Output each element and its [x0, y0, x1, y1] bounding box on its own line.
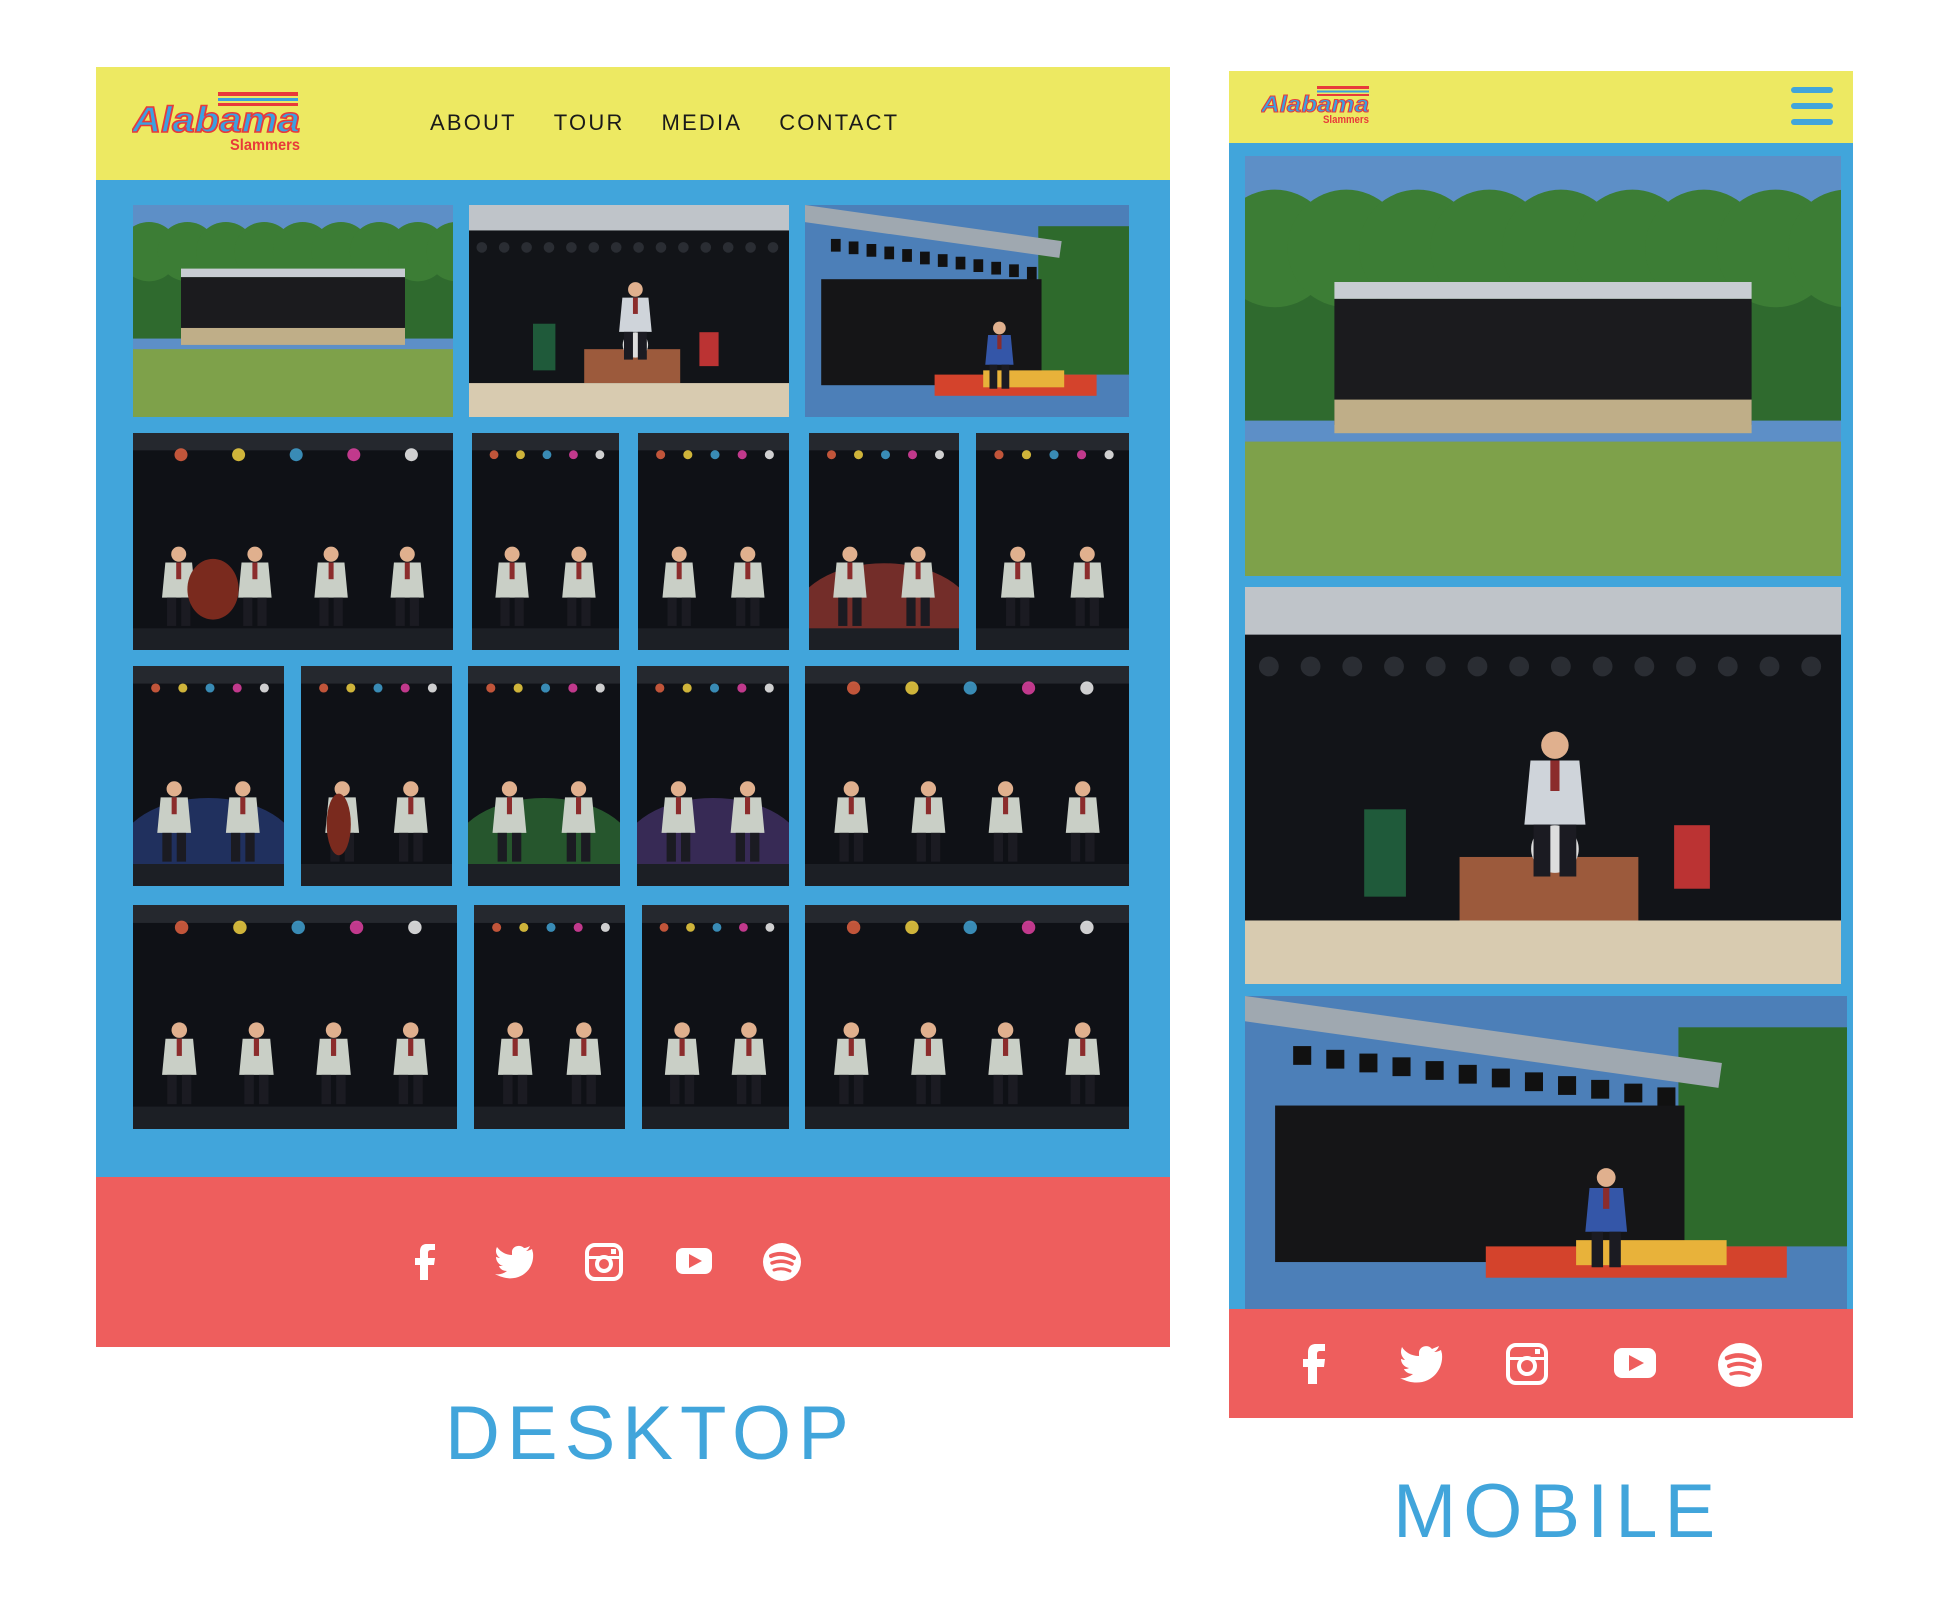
- desktop-footer: [96, 1177, 1170, 1347]
- gallery-photo-band-right[interactable]: [805, 905, 1129, 1129]
- gallery-photo-stage-lights[interactable]: [805, 205, 1129, 417]
- desktop-photo-gallery: [96, 180, 1170, 1177]
- mobile-header: Alabama Slammers: [1229, 71, 1853, 143]
- svg-text:Slammers: Slammers: [1323, 114, 1369, 125]
- gallery-photo-guitar-solo[interactable]: [642, 905, 789, 1129]
- youtube-icon[interactable]: [1614, 1348, 1656, 1378]
- desktop-social-links: [415, 1243, 801, 1281]
- hamburger-menu-icon[interactable]: [1789, 85, 1835, 127]
- gallery-photo-sax-solo[interactable]: [474, 905, 625, 1129]
- gallery-photo-band-wide[interactable]: [805, 666, 1129, 886]
- nav-contact[interactable]: CONTACT: [779, 110, 899, 136]
- twitter-icon[interactable]: [495, 1245, 534, 1279]
- gallery-photo-band-full[interactable]: [133, 905, 457, 1129]
- gallery-photo-singer-blue[interactable]: [133, 666, 284, 886]
- mobile-photo-stage-lights[interactable]: [1245, 996, 1847, 1309]
- spotify-icon[interactable]: [763, 1243, 801, 1281]
- gallery-photo-outdoor-stage[interactable]: [133, 205, 453, 417]
- nav-tour[interactable]: TOUR: [554, 110, 625, 136]
- desktop-caption: DESKTOP: [445, 1391, 856, 1476]
- desktop-header: Alabama Slammers ABOUT TOUR MEDIA CONTAC…: [96, 67, 1170, 180]
- alabama-slammers-logo[interactable]: Alabama Slammers: [132, 90, 302, 152]
- gallery-photo-band-bass[interactable]: [133, 433, 453, 650]
- mobile-photo-outdoor-stage[interactable]: [1245, 156, 1841, 576]
- youtube-icon[interactable]: [676, 1248, 712, 1274]
- instagram-icon[interactable]: [585, 1243, 623, 1281]
- gallery-photo-drummer[interactable]: [637, 666, 789, 886]
- desktop-nav: ABOUT TOUR MEDIA CONTACT: [430, 110, 899, 136]
- mobile-mockup: Alabama Slammers: [1229, 71, 1853, 1418]
- gallery-photo-singer-green[interactable]: [468, 666, 620, 886]
- gallery-photo-stage-drums[interactable]: [469, 205, 789, 417]
- nav-about[interactable]: ABOUT: [430, 110, 517, 136]
- alabama-slammers-logo-mobile[interactable]: Alabama Slammers: [1261, 85, 1371, 125]
- gallery-photo-guitar-red[interactable]: [809, 433, 959, 650]
- gallery-photo-sax-trio[interactable]: [638, 433, 789, 650]
- instagram-icon[interactable]: [1506, 1343, 1548, 1385]
- mobile-social-links: [1303, 1343, 1762, 1387]
- spotify-icon[interactable]: [1718, 1343, 1762, 1387]
- svg-text:Slammers: Slammers: [230, 137, 300, 152]
- gallery-photo-keyboard[interactable]: [976, 433, 1129, 650]
- twitter-icon[interactable]: [1400, 1346, 1443, 1383]
- desktop-mockup: Alabama Slammers ABOUT TOUR MEDIA CONTAC…: [96, 67, 1170, 1347]
- svg-text:Alabama: Alabama: [132, 99, 300, 140]
- facebook-icon[interactable]: [1303, 1344, 1325, 1384]
- mobile-photo-stage-drums[interactable]: [1245, 587, 1841, 984]
- mobile-photo-gallery: [1229, 143, 1853, 1309]
- gallery-photo-bass-player[interactable]: [301, 666, 452, 886]
- nav-media[interactable]: MEDIA: [662, 110, 743, 136]
- gallery-photo-sax-duo[interactable]: [472, 433, 619, 650]
- mobile-footer: [1229, 1309, 1853, 1418]
- mobile-caption: MOBILE: [1393, 1469, 1723, 1554]
- facebook-icon[interactable]: [415, 1244, 435, 1280]
